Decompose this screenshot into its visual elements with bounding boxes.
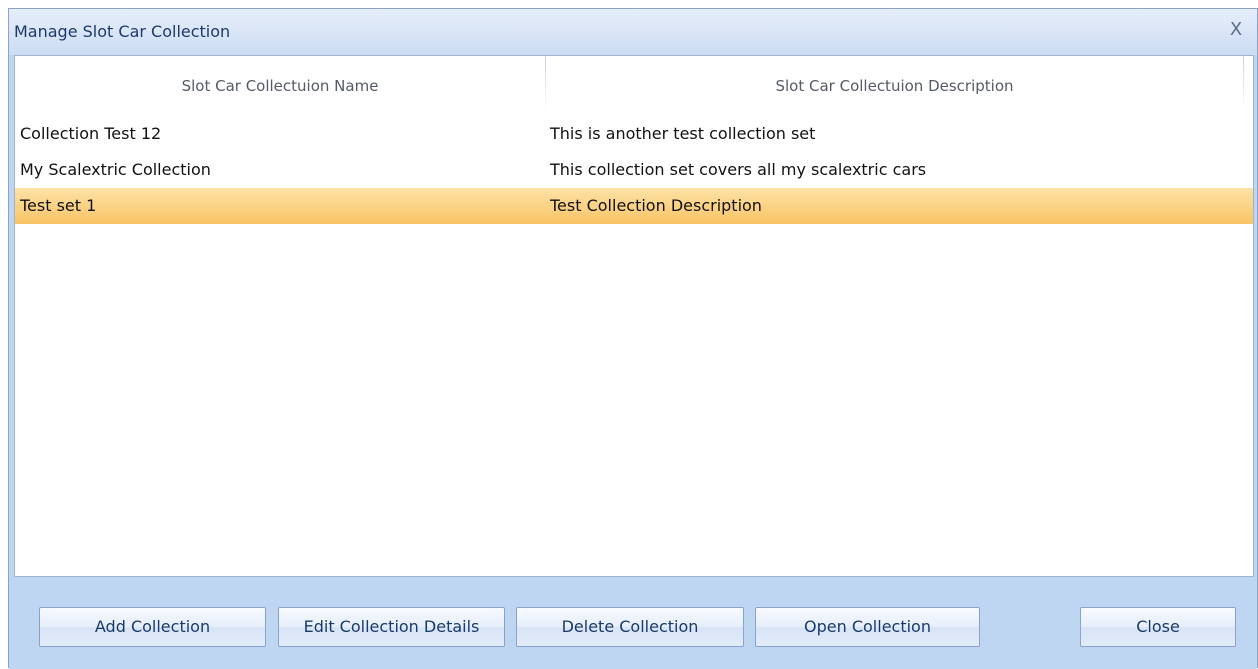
row-name-cell: Test set 1 [20, 196, 97, 215]
delete-collection-button[interactable]: Delete Collection [516, 607, 744, 647]
grid-rows: Collection Test 12 This is another test … [15, 116, 1253, 224]
column-header-description[interactable]: Slot Car Collectuion Description [546, 56, 1243, 116]
row-description-cell: This collection set covers all my scalex… [550, 160, 927, 179]
manage-collection-dialog: Manage Slot Car Collection X Slot Car Co… [8, 8, 1258, 669]
row-name-cell: My Scalextric Collection [20, 160, 211, 179]
close-icon[interactable]: X [1225, 19, 1247, 41]
title-bar[interactable]: Manage Slot Car Collection X [9, 9, 1257, 55]
table-row-selected[interactable]: Test set 1 Test Collection Description [15, 188, 1253, 224]
collection-grid[interactable]: Slot Car Collectuion Name Slot Car Colle… [14, 55, 1254, 577]
open-collection-button[interactable]: Open Collection [755, 607, 980, 647]
column-header-name[interactable]: Slot Car Collectuion Name [15, 56, 545, 116]
close-button[interactable]: Close [1080, 607, 1236, 647]
add-collection-button[interactable]: Add Collection [39, 607, 266, 647]
grid-header: Slot Car Collectuion Name Slot Car Colle… [15, 56, 1253, 116]
edit-collection-details-button[interactable]: Edit Collection Details [278, 607, 505, 647]
table-row[interactable]: My Scalextric Collection This collection… [15, 152, 1253, 188]
window-title: Manage Slot Car Collection [14, 22, 231, 41]
row-description-cell: Test Collection Description [550, 196, 762, 215]
row-description-cell: This is another test collection set [550, 124, 816, 143]
table-row[interactable]: Collection Test 12 This is another test … [15, 116, 1253, 152]
row-name-cell: Collection Test 12 [20, 124, 162, 143]
button-bar: Add Collection Edit Collection Details D… [9, 577, 1257, 669]
column-divider[interactable] [1243, 56, 1244, 112]
